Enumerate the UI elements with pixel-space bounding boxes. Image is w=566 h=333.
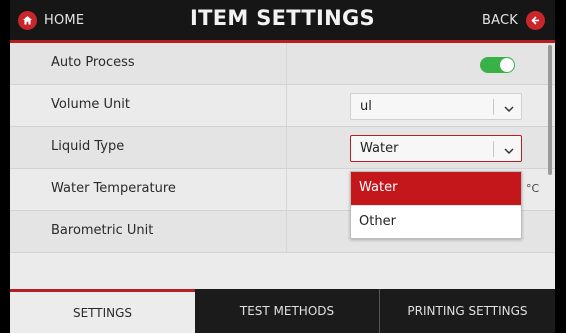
chevron-down-icon	[503, 142, 515, 161]
volume-unit-value: ul	[360, 99, 372, 114]
header-bar: HOME ITEM SETTINGS BACK	[10, 0, 555, 40]
volume-unit-select[interactable]: ul	[350, 93, 522, 120]
barometric-unit-label: Barometric Unit	[51, 223, 154, 238]
column-divider	[286, 85, 287, 126]
chevron-down-icon	[503, 100, 515, 119]
liquid-type-label: Liquid Type	[51, 139, 125, 154]
tab-settings[interactable]: SETTINGS	[10, 289, 195, 333]
back-label: BACK	[482, 12, 518, 28]
page-title: ITEM SETTINGS	[190, 6, 375, 30]
scrollbar[interactable]	[548, 45, 552, 175]
tab-test-methods[interactable]: TEST METHODS	[195, 289, 379, 333]
select-separator	[493, 141, 494, 157]
device-screen: HOME ITEM SETTINGS BACK Auto Process Vol…	[10, 0, 555, 333]
liquid-type-value: Water	[360, 141, 399, 156]
temperature-unit: °C	[526, 182, 540, 195]
setting-row-auto-process: Auto Process	[10, 43, 555, 85]
liquid-type-dropdown: Water Other	[350, 171, 522, 239]
dropdown-option-other[interactable]: Other	[351, 205, 521, 238]
back-arrow-icon	[526, 10, 545, 30]
tab-printing-settings[interactable]: PRINTING SETTINGS	[380, 289, 555, 333]
water-temperature-label: Water Temperature	[51, 181, 176, 196]
column-divider	[286, 127, 287, 168]
column-divider	[286, 43, 287, 84]
settings-list: Auto Process Volume Unit ul Liquid Type …	[10, 43, 555, 295]
column-divider	[286, 169, 287, 210]
liquid-type-select[interactable]: Water	[350, 135, 522, 162]
auto-process-toggle[interactable]	[480, 57, 515, 73]
back-button[interactable]: BACK	[482, 8, 545, 32]
volume-unit-label: Volume Unit	[51, 97, 130, 112]
dropdown-option-water[interactable]: Water	[351, 172, 521, 205]
toggle-knob	[500, 58, 514, 72]
column-divider	[286, 211, 287, 252]
bottom-tab-bar: SETTINGS TEST METHODS PRINTING SETTINGS	[10, 289, 555, 333]
setting-row-liquid-type: Liquid Type Water	[10, 127, 555, 169]
select-separator	[493, 99, 494, 115]
auto-process-label: Auto Process	[51, 55, 135, 70]
setting-row-volume-unit: Volume Unit ul	[10, 85, 555, 127]
